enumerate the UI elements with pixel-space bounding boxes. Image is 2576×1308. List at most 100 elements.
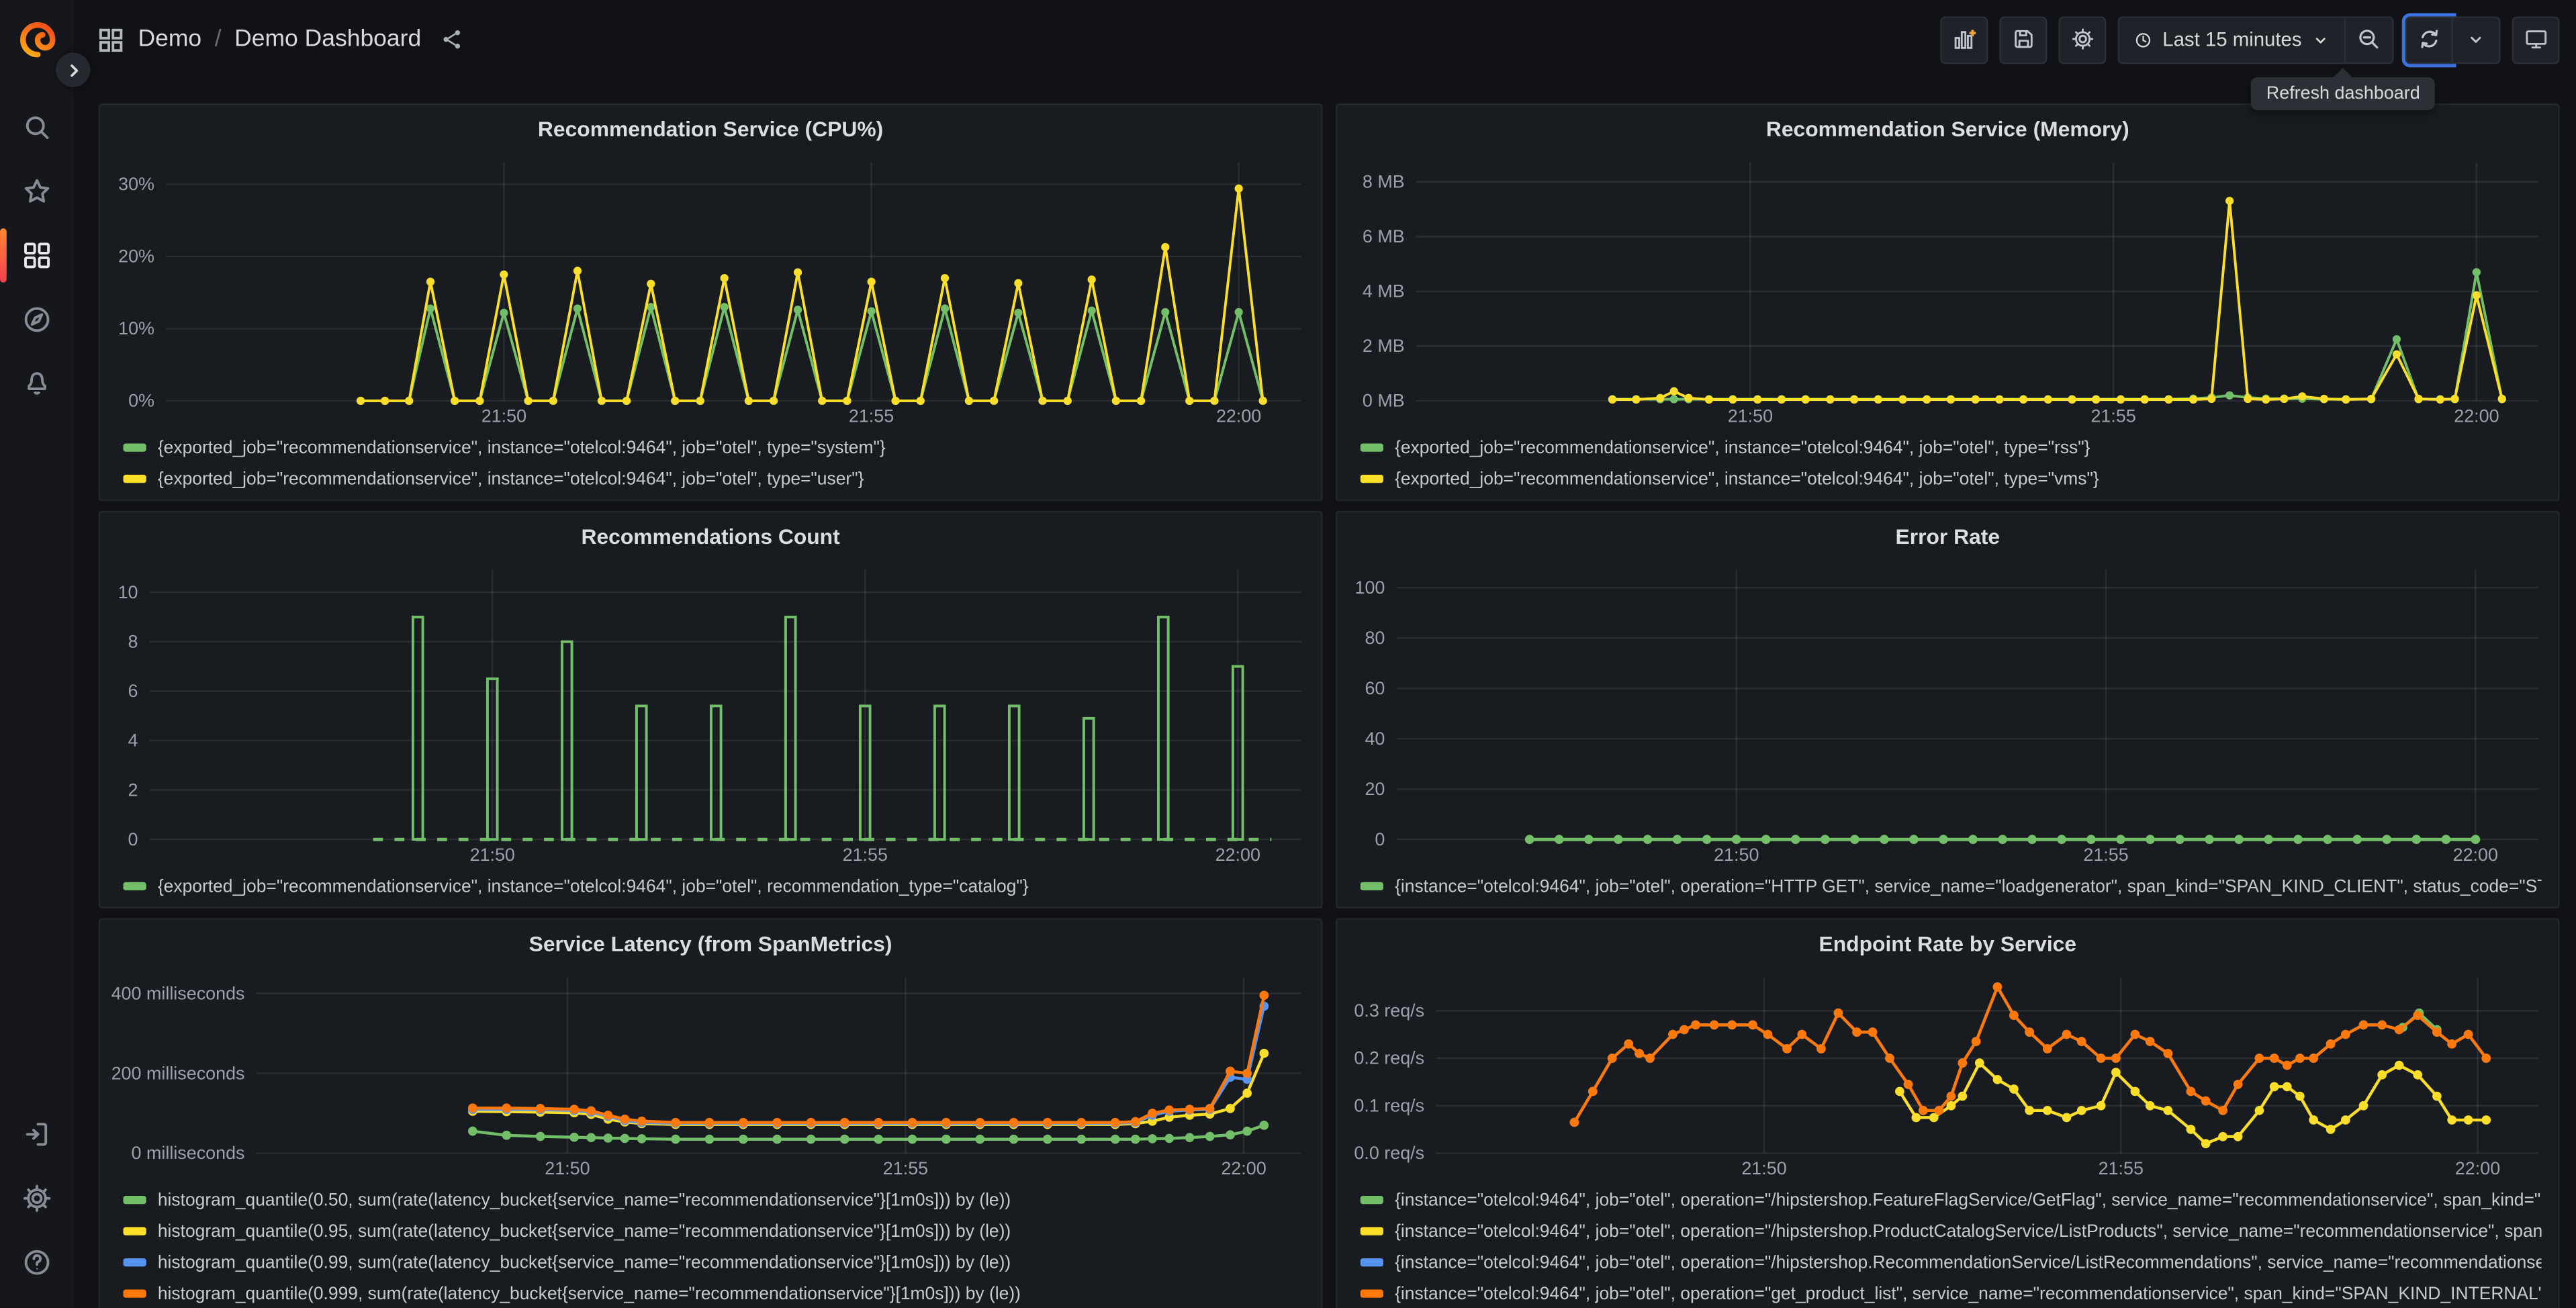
legend: histogram_quantile(0.50, sum(rate(latenc…	[100, 1182, 1321, 1308]
svg-text:4 MB: 4 MB	[1363, 281, 1405, 301]
chart-plot[interactable]: 21:50 21:55 22:00 0% 10% 20% 30%	[100, 151, 1321, 430]
svg-text:4: 4	[128, 731, 138, 751]
legend: {instance="otelcol:9464", job="otel", op…	[1337, 869, 2558, 902]
legend-swatch	[1360, 1290, 1383, 1298]
legend-swatch	[1360, 475, 1383, 483]
svg-text:20%: 20%	[118, 246, 154, 267]
chart-plot[interactable]: 21:50 21:55 22:00 0 MB 2 MB 4 MB 6 MB 8 MB	[1337, 151, 2558, 430]
panel-title[interactable]: Recommendation Service (CPU%)	[538, 115, 883, 140]
time-range-controls: Last 15 minutes	[2118, 15, 2394, 64]
legend: {exported_job="recommendationservice", i…	[100, 430, 1321, 494]
grafana-app: Demo / Demo Dashboard Last 15 minutes Re…	[0, 0, 2576, 1308]
panel-recommendation-memory: Recommendation Service (Memory) 21:50 21:…	[1336, 103, 2560, 502]
legend-swatch	[1360, 1227, 1383, 1235]
monitor-icon	[2525, 30, 2546, 49]
svg-text:22:00: 22:00	[1215, 845, 1260, 865]
time-range-picker[interactable]: Last 15 minutes	[2118, 15, 2346, 64]
sidebar-item-sign-in[interactable]	[0, 1103, 74, 1166]
chart-plot[interactable]: 21:50 21:55 22:00 0.0 req/s 0.1 req/s 0.2 req…	[1337, 966, 2558, 1183]
expand-sidebar-button[interactable]	[56, 52, 91, 87]
add-panel-button[interactable]	[1941, 15, 1988, 64]
svg-text:6: 6	[128, 681, 138, 701]
refresh-interval-picker[interactable]	[2452, 15, 2501, 64]
sidebar-item-search[interactable]	[0, 95, 74, 159]
panel-title[interactable]: Endpoint Rate by Service	[1819, 931, 2077, 955]
breadcrumb-separator: /	[214, 26, 222, 53]
svg-text:0 MB: 0 MB	[1363, 391, 1405, 411]
legend-swatch	[1360, 1258, 1383, 1266]
zoom-out-icon	[2359, 30, 2379, 49]
legend-item[interactable]: {exported_job="recommendationservice", i…	[123, 871, 1304, 902]
svg-text:21:55: 21:55	[2083, 845, 2128, 865]
sidebar-item-explore[interactable]	[0, 287, 74, 351]
panel-title[interactable]: Recommendations Count	[581, 523, 839, 548]
legend-item[interactable]: {instance="otelcol:9464", job="otel", op…	[1360, 1215, 2542, 1246]
legend-item[interactable]: {exported_job="recommendationservice", i…	[123, 463, 1304, 494]
explore-compass-icon	[24, 307, 50, 332]
svg-text:22:00: 22:00	[1216, 406, 1261, 426]
legend-label: {exported_job="recommendationservice", i…	[157, 437, 886, 458]
svg-text:8: 8	[128, 631, 138, 651]
chart-plot[interactable]: 21:50 21:55 22:00 0 2 4 6 8 10	[100, 559, 1321, 869]
sidebar-item-server-admin[interactable]	[0, 1167, 74, 1231]
breadcrumb: Demo / Demo Dashboard	[97, 26, 463, 54]
dashboards-icon	[24, 242, 50, 269]
legend-item[interactable]: {exported_job="recommendationservice", i…	[1360, 463, 2542, 494]
legend-item[interactable]: {instance="otelcol:9464", job="otel", op…	[1360, 871, 2542, 902]
svg-text:21:50: 21:50	[1728, 406, 1773, 426]
chart-plot[interactable]: 21:50 21:55 22:00 0 20 40 60 80 100	[1337, 559, 2558, 869]
svg-text:2 MB: 2 MB	[1363, 336, 1405, 356]
sidebar	[0, 0, 75, 1308]
panel-title[interactable]: Error Rate	[1896, 523, 2000, 548]
legend-item[interactable]: {instance="otelcol:9464", job="otel", op…	[1360, 1184, 2542, 1215]
legend-swatch	[123, 1196, 146, 1204]
legend: {instance="otelcol:9464", job="otel", op…	[1337, 1182, 2558, 1308]
share-dashboard-button[interactable]	[441, 28, 464, 51]
legend: {exported_job="recommendationservice", i…	[100, 869, 1321, 902]
sidebar-item-alerting[interactable]	[0, 352, 74, 416]
svg-text:6 MB: 6 MB	[1363, 226, 1405, 246]
legend-item[interactable]: histogram_quantile(0.999, sum(rate(laten…	[123, 1278, 1304, 1308]
legend-swatch	[1360, 444, 1383, 452]
legend-item[interactable]: {instance="otelcol:9464", job="otel", op…	[1360, 1247, 2542, 1278]
legend-swatch	[123, 1227, 146, 1235]
svg-text:21:55: 21:55	[843, 845, 888, 865]
legend-item[interactable]: histogram_quantile(0.99, sum(rate(latenc…	[123, 1247, 1304, 1278]
grafana-logo[interactable]	[17, 19, 57, 59]
refresh-dashboard-button[interactable]	[2401, 12, 2456, 67]
svg-text:200 milliseconds: 200 milliseconds	[111, 1063, 245, 1083]
panel-recommendations-count: Recommendations Count 21:50 21:55 22:00 0 2 4…	[98, 510, 1323, 908]
panel-title[interactable]: Recommendation Service (Memory)	[1766, 115, 2129, 140]
save-dashboard-button[interactable]	[2000, 15, 2048, 64]
legend-item[interactable]: {exported_job="recommendationservice", i…	[123, 432, 1304, 463]
legend: {exported_job="recommendationservice", i…	[1337, 430, 2558, 494]
legend-item[interactable]: histogram_quantile(0.95, sum(rate(latenc…	[123, 1215, 1304, 1246]
kiosk-mode-button[interactable]	[2512, 15, 2560, 64]
alerting-bell-icon	[28, 372, 46, 395]
dashboard-settings-button[interactable]	[2059, 15, 2107, 64]
legend-item[interactable]: {exported_job="recommendationservice", i…	[1360, 432, 2542, 463]
svg-text:30%: 30%	[118, 174, 154, 194]
sidebar-item-help[interactable]	[0, 1231, 74, 1295]
sidebar-item-dashboards[interactable]	[0, 224, 74, 287]
panel-error-rate: Error Rate 21:50 21:55 22:00 0 20 40 60 80 100 {…	[1336, 510, 2560, 908]
share-icon	[444, 30, 461, 49]
legend-item[interactable]: histogram_quantile(0.50, sum(rate(latenc…	[123, 1184, 1304, 1215]
svg-text:8 MB: 8 MB	[1363, 172, 1405, 192]
panel-title[interactable]: Service Latency (from SpanMetrics)	[529, 931, 892, 955]
panel-header: Recommendation Service (CPU%)	[100, 105, 1321, 152]
panel-header: Recommendation Service (Memory)	[1337, 105, 2558, 152]
legend-label: histogram_quantile(0.99, sum(rate(latenc…	[157, 1252, 1011, 1272]
chart-plot[interactable]: 21:50 21:55 22:00 0 milliseconds 200 millise…	[100, 966, 1321, 1183]
breadcrumb-dashboard[interactable]: Demo Dashboard	[234, 26, 421, 52]
star-icon	[24, 179, 50, 203]
sidebar-item-starred[interactable]	[0, 159, 74, 223]
legend-swatch	[123, 1258, 146, 1266]
panel-header: Endpoint Rate by Service	[1337, 920, 2558, 966]
zoom-out-time-button[interactable]	[2346, 15, 2394, 64]
svg-text:21:50: 21:50	[470, 845, 515, 865]
legend-item[interactable]: {instance="otelcol:9464", job="otel", op…	[1360, 1278, 2542, 1308]
legend-label: histogram_quantile(0.50, sum(rate(latenc…	[157, 1190, 1011, 1210]
breadcrumb-folder[interactable]: Demo	[138, 26, 202, 52]
svg-text:21:55: 21:55	[2090, 406, 2135, 426]
